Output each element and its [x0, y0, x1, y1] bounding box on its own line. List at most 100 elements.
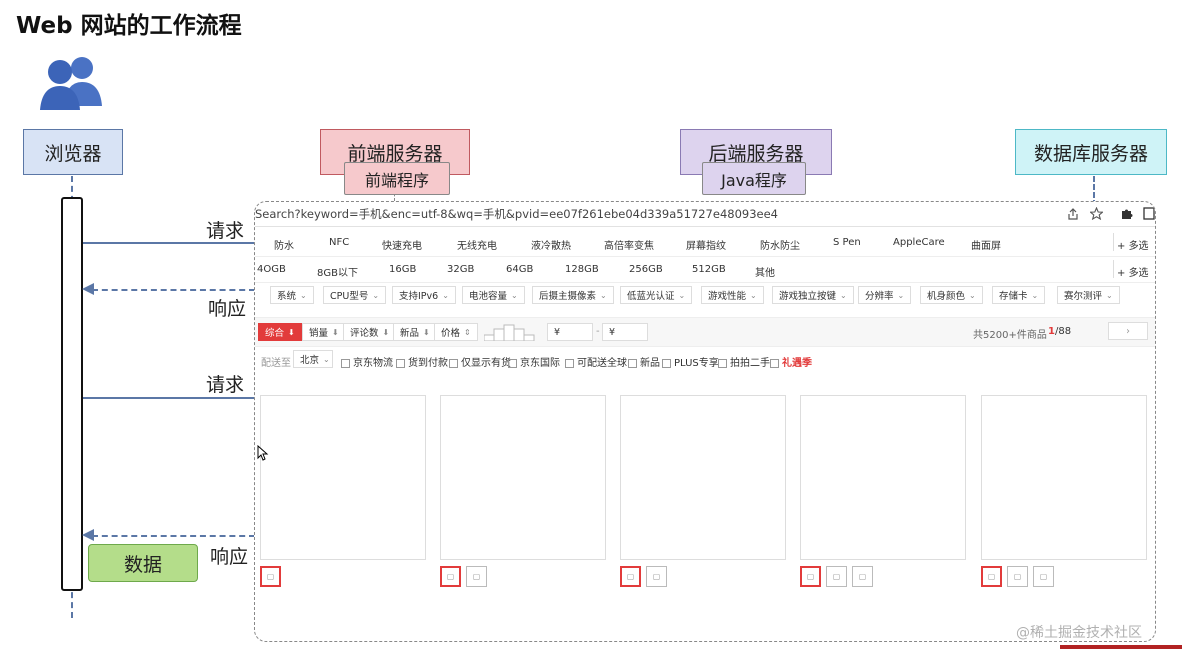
- product-card[interactable]: [620, 395, 786, 560]
- product-card[interactable]: [440, 395, 606, 560]
- thumbnail[interactable]: ▢: [646, 566, 667, 587]
- thumbnail[interactable]: ▢: [440, 566, 461, 587]
- feature-filter-option[interactable]: 防水: [274, 237, 294, 252]
- sort-option[interactable]: 新品 ⬇: [393, 323, 437, 341]
- extension-icon[interactable]: [1120, 207, 1133, 220]
- request-label-1: 请求: [206, 220, 245, 242]
- storage-filter-option[interactable]: 256GB: [629, 264, 663, 275]
- feature-filter-option[interactable]: 无线充电: [457, 237, 497, 252]
- dropdown-filter[interactable]: CPU型号 ⌄: [323, 286, 387, 304]
- dropdown-filter[interactable]: 机身颜色 ⌄: [920, 286, 983, 304]
- ship-city-select[interactable]: 北京 ⌄: [293, 350, 333, 368]
- dropdown-filter[interactable]: 支持IPv6 ⌄: [392, 286, 456, 304]
- thumbnail[interactable]: ▢: [1033, 566, 1054, 587]
- dropdown-filter[interactable]: 存储卡 ⌄: [992, 286, 1046, 304]
- checkbox-icon[interactable]: [718, 358, 727, 368]
- checkbox-icon[interactable]: [341, 358, 350, 368]
- checkbox-icon[interactable]: [662, 358, 671, 368]
- feature-filter-option[interactable]: 防水防尘: [760, 237, 800, 252]
- dropdown-filter[interactable]: 赛尔测评 ⌄: [1057, 286, 1120, 304]
- thumbnail[interactable]: ▢: [826, 566, 847, 587]
- star-icon[interactable]: [1090, 207, 1103, 220]
- checkbox-icon[interactable]: [770, 358, 779, 368]
- checkbox-icon[interactable]: [449, 358, 458, 368]
- frontend-program-box: 前端程序: [344, 162, 450, 195]
- dropdown-filter[interactable]: 游戏性能 ⌄: [701, 286, 764, 304]
- storage-filter-option[interactable]: 其他: [755, 264, 775, 279]
- response-label-1: 响应: [208, 298, 247, 320]
- feature-filter-option[interactable]: 曲面屏: [971, 237, 1001, 252]
- dropdown-filter[interactable]: 低蓝光认证 ⌄: [620, 286, 693, 304]
- url-bar[interactable]: Search?keyword=手机&enc=utf-8&wq=手机&pvid=e…: [255, 206, 778, 222]
- sort-option[interactable]: 价格 ⇕: [434, 323, 478, 341]
- feature-filter-option[interactable]: 高倍率变焦: [604, 237, 654, 252]
- backend-program-box: Java程序: [702, 162, 806, 195]
- option-hot-checkbox[interactable]: 礼遇季: [770, 354, 812, 369]
- checkbox-icon[interactable]: [508, 358, 517, 368]
- dropdown-filter[interactable]: 游戏独立按键 ⌄: [772, 286, 854, 304]
- storage-filter-option[interactable]: 16GB: [389, 264, 416, 275]
- thumbnail[interactable]: ▢: [466, 566, 487, 587]
- option-checkbox[interactable]: PLUS专享: [662, 354, 719, 369]
- next-page-button[interactable]: ›: [1108, 322, 1148, 340]
- arrowhead-left-icon: [82, 283, 94, 295]
- dropdown-filter[interactable]: 分辨率 ⌄: [858, 286, 912, 304]
- feature-filter-option[interactable]: 液冷散热: [531, 237, 571, 252]
- option-checkbox[interactable]: 仅显示有货: [449, 354, 511, 369]
- database-server-label: 数据库服务器: [1033, 142, 1148, 165]
- browser-label: 浏览器: [44, 142, 102, 165]
- backend-program-label: Java程序: [721, 170, 787, 190]
- browser-activation-bar: [61, 197, 83, 591]
- storage-filter-option[interactable]: 512GB: [692, 264, 726, 275]
- dropdown-filter[interactable]: 系统 ⌄: [270, 286, 314, 304]
- storage-filter-option[interactable]: 4OGB: [257, 264, 286, 275]
- multi-select-button[interactable]: + 多选: [1117, 237, 1149, 252]
- option-checkbox[interactable]: 可配送全球: [565, 354, 627, 369]
- thumbnail[interactable]: ▢: [800, 566, 821, 587]
- option-checkbox[interactable]: 京东国际: [508, 354, 560, 369]
- feature-filter-option[interactable]: S Pen: [833, 237, 861, 248]
- thumbnail[interactable]: ▢: [981, 566, 1002, 587]
- share-icon[interactable]: [1067, 208, 1079, 220]
- frontend-program-label: 前端程序: [364, 170, 429, 190]
- sort-option[interactable]: 评论数 ⬇: [343, 323, 397, 341]
- checkbox-icon[interactable]: [628, 358, 637, 368]
- feature-filter-option[interactable]: 快速充电: [382, 237, 422, 252]
- sort-option[interactable]: 综合 ⬇: [258, 323, 302, 341]
- response-label-2: 响应: [210, 546, 249, 568]
- thumbnail[interactable]: ▢: [620, 566, 641, 587]
- product-card[interactable]: [260, 395, 426, 560]
- checkbox-icon[interactable]: [565, 358, 574, 368]
- feature-filter-option[interactable]: 屏幕指纹: [686, 237, 726, 252]
- price-min-input[interactable]: ¥: [547, 323, 593, 341]
- price-distribution-icon: [484, 324, 535, 341]
- dropdown-filter[interactable]: 后摄主摄像素 ⌄: [532, 286, 614, 304]
- option-checkbox[interactable]: 京东物流: [341, 354, 393, 369]
- price-max-input[interactable]: ¥: [602, 323, 648, 341]
- option-checkbox[interactable]: 拍拍二手: [718, 354, 770, 369]
- thumbnail[interactable]: ▢: [260, 566, 281, 587]
- product-card[interactable]: [981, 395, 1147, 560]
- watermark: @稀土掘金技术社区: [1016, 625, 1142, 641]
- multi-select-button-2[interactable]: + 多选: [1117, 264, 1149, 279]
- feature-filter-option[interactable]: AppleCare: [893, 237, 945, 248]
- request-arrow-2: [83, 397, 255, 399]
- thumbnail[interactable]: ▢: [1007, 566, 1028, 587]
- storage-filter-option[interactable]: 128GB: [565, 264, 599, 275]
- option-checkbox[interactable]: 货到付款: [396, 354, 448, 369]
- option-checkbox[interactable]: 新品: [628, 354, 660, 369]
- sort-option[interactable]: 销量 ⬇: [302, 323, 346, 341]
- window-icon[interactable]: [1143, 207, 1155, 220]
- storage-filter-option[interactable]: 64GB: [506, 264, 533, 275]
- checkbox-icon[interactable]: [396, 358, 405, 368]
- product-card[interactable]: [800, 395, 966, 560]
- page-title: Web 网站的工作流程: [16, 13, 242, 39]
- dropdown-filter[interactable]: 电池容量 ⌄: [462, 286, 525, 304]
- thumbnail[interactable]: ▢: [852, 566, 873, 587]
- storage-filter-option[interactable]: 32GB: [447, 264, 474, 275]
- database-server-box: 数据库服务器: [1015, 129, 1167, 175]
- website-preview: Search?keyword=手机&enc=utf-8&wq=手机&pvid=e…: [254, 201, 1156, 642]
- feature-filter-option[interactable]: NFC: [329, 237, 349, 248]
- storage-filter-option[interactable]: 8GB以下: [317, 264, 358, 279]
- mouse-cursor-icon: [257, 445, 269, 461]
